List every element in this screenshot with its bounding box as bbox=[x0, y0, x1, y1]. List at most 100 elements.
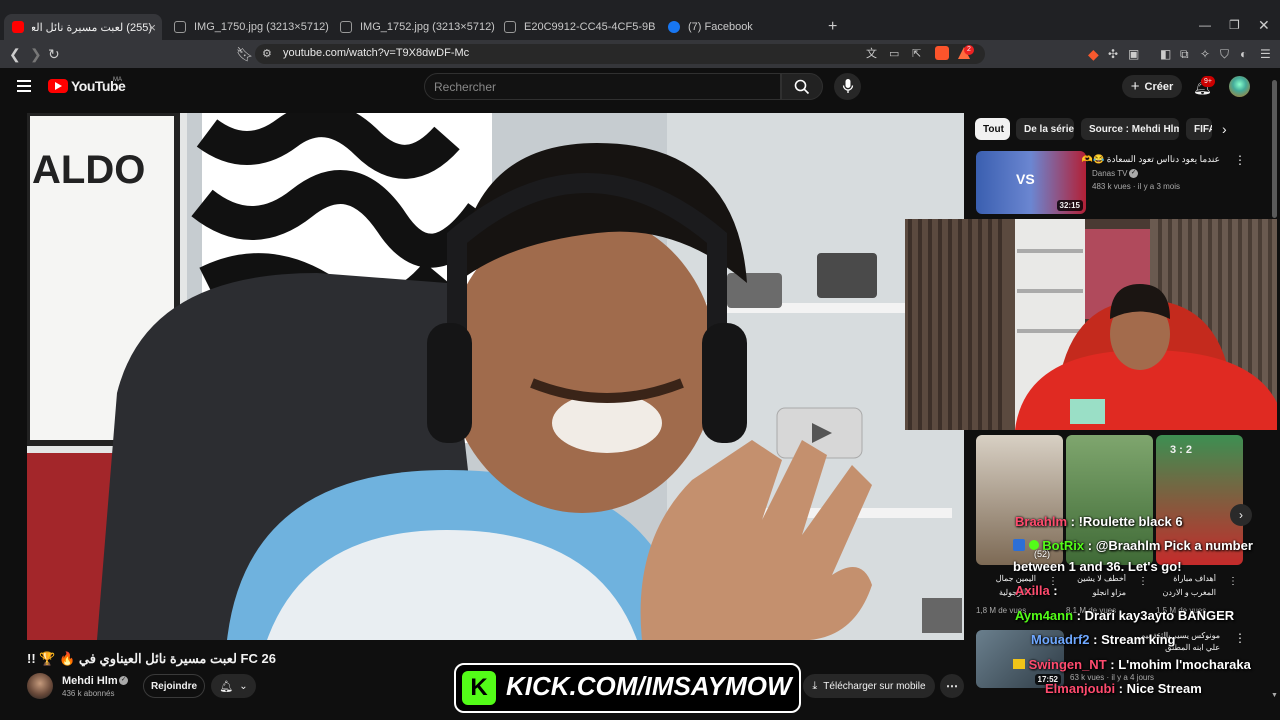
plus-icon: + bbox=[1130, 78, 1140, 95]
subscribe-bell-button[interactable]: 🔔︎ ⌄ bbox=[211, 674, 256, 698]
svg-text:ALDO: ALDO bbox=[32, 148, 145, 192]
video-title: !! 🏆 🔥 لعبت مسيرة نائل العيناوي في FC 26 bbox=[27, 651, 276, 666]
top-video-meta: 483 k vues · il y a 3 mois bbox=[1092, 182, 1181, 191]
download-button[interactable]: ⤓ Télécharger sur mobile bbox=[803, 674, 935, 698]
chip-de-la-serie[interactable]: De la série bbox=[1016, 118, 1074, 140]
new-tab-icon[interactable]: + bbox=[828, 18, 837, 36]
video-frame-image: ALDO bbox=[27, 113, 964, 640]
share-icon[interactable]: ⇱ bbox=[912, 46, 921, 62]
chat-message-1: Braahlm : !Roulette black 6 bbox=[1015, 514, 1183, 529]
chat-message-7: Swingen_NT : L'mohim l'mocharaka bbox=[1013, 657, 1251, 672]
kick-overlay-banner: K KICK.COM/IMSAYMOW bbox=[454, 663, 801, 713]
chat-message-4: Axilla : bbox=[1015, 583, 1058, 598]
site-info-icon[interactable]: ⚙ bbox=[262, 46, 272, 62]
tab-title: (7) Facebook bbox=[688, 21, 753, 33]
short-score: 3 : 2 bbox=[1170, 444, 1193, 456]
brave-shield-icon[interactable] bbox=[935, 46, 949, 60]
tab-title: IMG_1750.jpg (3213×5712) bbox=[194, 21, 329, 33]
youtube-logo-icon[interactable] bbox=[48, 79, 68, 93]
chat-text: L'mohim l'mocharaka bbox=[1118, 657, 1251, 672]
channel-name[interactable]: Mehdi Hlm bbox=[62, 675, 118, 687]
short-2-title[interactable]: أخطف لا يشين bbox=[1066, 574, 1126, 583]
chat-text: Drari kay3ayto BANGER bbox=[1084, 608, 1235, 623]
microphone-icon bbox=[842, 79, 854, 93]
more-actions-button[interactable]: ⋯ bbox=[940, 674, 964, 698]
translate-icon[interactable]: 文 bbox=[866, 46, 877, 62]
channel-avatar[interactable] bbox=[27, 673, 53, 699]
reload-icon[interactable]: ↻ bbox=[48, 46, 60, 62]
shorts-next-button[interactable]: › bbox=[1230, 504, 1252, 526]
voice-search-button[interactable] bbox=[834, 73, 861, 100]
tab-facebook[interactable]: (7) Facebook bbox=[660, 14, 820, 40]
kick-overlay-text: KICK.COM/IMSAYMOW bbox=[506, 671, 792, 701]
globe-icon bbox=[504, 21, 516, 33]
chat-badge-count: (52) bbox=[1034, 549, 1051, 559]
top-video-thumbnail[interactable]: VS 32:15 bbox=[976, 151, 1086, 214]
hamburger-menu-icon[interactable] bbox=[17, 80, 31, 92]
bookmark-icon[interactable]: 🔖︎ bbox=[236, 46, 254, 62]
tab-img-1750[interactable]: IMG_1750.jpg (3213×5712) bbox=[166, 14, 331, 40]
chat-user: Axilla bbox=[1015, 583, 1050, 598]
search-icon bbox=[794, 79, 810, 95]
chat-user: Swingen_NT bbox=[1028, 657, 1107, 672]
vpn-shield-icon[interactable]: ⛉ bbox=[1220, 46, 1229, 62]
chat-user: Mouadrf2 bbox=[1031, 632, 1090, 647]
profile-sync-icon[interactable]: ◐ bbox=[1240, 46, 1247, 62]
extensions-icon[interactable]: ✣ bbox=[1108, 46, 1118, 62]
verified-icon: ✓ bbox=[1129, 169, 1138, 178]
extension-fox-icon[interactable]: ◆ bbox=[1088, 46, 1099, 62]
scroll-down-icon[interactable]: ▼ bbox=[1271, 692, 1278, 699]
maximize-icon[interactable]: ❐ bbox=[1229, 18, 1240, 32]
cast-icon[interactable]: ▭ bbox=[889, 46, 899, 62]
menu-icon[interactable]: ☰ bbox=[1260, 46, 1271, 62]
more-options-icon[interactable]: ⋮ bbox=[1234, 631, 1246, 645]
tab-img-1752[interactable]: IMG_1752.jpg (3213×5712) bbox=[332, 14, 497, 40]
bell-icon: 🔔︎ bbox=[219, 680, 234, 693]
video-player[interactable]: ALDO bbox=[27, 113, 964, 640]
chat-user: Elmanjoubi bbox=[1045, 681, 1116, 696]
close-window-icon[interactable]: ✕ bbox=[1258, 17, 1270, 34]
back-icon[interactable]: ❮ bbox=[9, 46, 21, 62]
top-video-title[interactable]: عندما يعود دنااس تعود السعادة 😂🫶 bbox=[1082, 154, 1220, 165]
short-3-more-icon[interactable]: ⋮ bbox=[1228, 576, 1238, 587]
more-options-icon[interactable]: ⋮ bbox=[1234, 153, 1246, 167]
page-scrollbar[interactable] bbox=[1272, 80, 1277, 218]
chat-text: @Braahlm Pick a number bbox=[1095, 538, 1253, 553]
chevron-down-icon: ⌄ bbox=[239, 680, 248, 692]
search-button[interactable] bbox=[781, 73, 823, 100]
create-button[interactable]: + Créer bbox=[1122, 75, 1182, 98]
top-video-channel[interactable]: Danas TV bbox=[1092, 169, 1127, 178]
chip-tout[interactable]: Tout bbox=[975, 118, 1010, 140]
region-code: MA bbox=[113, 77, 122, 83]
short-2-more-icon[interactable]: ⋮ bbox=[1138, 576, 1148, 587]
join-button[interactable]: Rejoindre bbox=[143, 674, 205, 698]
youtube-favicon-icon bbox=[12, 21, 24, 33]
globe-icon bbox=[340, 21, 352, 33]
account-avatar[interactable] bbox=[1229, 76, 1250, 97]
short-1-title[interactable]: اليمين جمال bbox=[976, 574, 1036, 583]
tab-e20c9912[interactable]: E20C9912-CC45-4CF5-9B52-CA3A5D bbox=[496, 14, 656, 40]
crown-badge-icon bbox=[1013, 659, 1025, 669]
facebook-icon bbox=[668, 21, 680, 33]
subscriber-count: 436 k abonnés bbox=[62, 689, 115, 698]
tabs-icon[interactable]: ⧉ bbox=[1180, 46, 1189, 62]
short-3-title[interactable]: أهداف مباراة bbox=[1156, 574, 1216, 583]
forward-icon[interactable]: ❯ bbox=[30, 46, 42, 62]
leo-icon[interactable]: ✧ bbox=[1200, 46, 1210, 62]
chip-source[interactable]: Source : Mehdi Hlm bbox=[1081, 118, 1179, 140]
globe-icon bbox=[174, 21, 186, 33]
browser-tab-bar: (255) لعبت مسيرة نائل العيناوي في × IMG_… bbox=[0, 0, 1280, 40]
notifications-badge: 9+ bbox=[1201, 76, 1215, 87]
url-text: youtube.com/watch?v=T9X8dwDF-Mc bbox=[283, 47, 470, 59]
tab-youtube[interactable]: (255) لعبت مسيرة نائل العيناوي في × bbox=[4, 14, 162, 40]
download-label: Télécharger sur mobile bbox=[823, 680, 926, 692]
bot-badge-icon bbox=[1013, 539, 1025, 551]
minimize-icon[interactable]: — bbox=[1199, 18, 1211, 32]
close-tab-icon[interactable]: × bbox=[148, 20, 156, 35]
sidebar-toggle-icon[interactable]: ◧ bbox=[1160, 46, 1171, 62]
create-label: Créer bbox=[1144, 80, 1174, 93]
chip-fifa[interactable]: FIFA bbox=[1186, 118, 1212, 140]
wallet-icon[interactable]: ▣ bbox=[1128, 46, 1139, 62]
chips-next-icon[interactable]: › bbox=[1222, 121, 1227, 137]
search-placeholder: Rechercher bbox=[434, 80, 497, 94]
